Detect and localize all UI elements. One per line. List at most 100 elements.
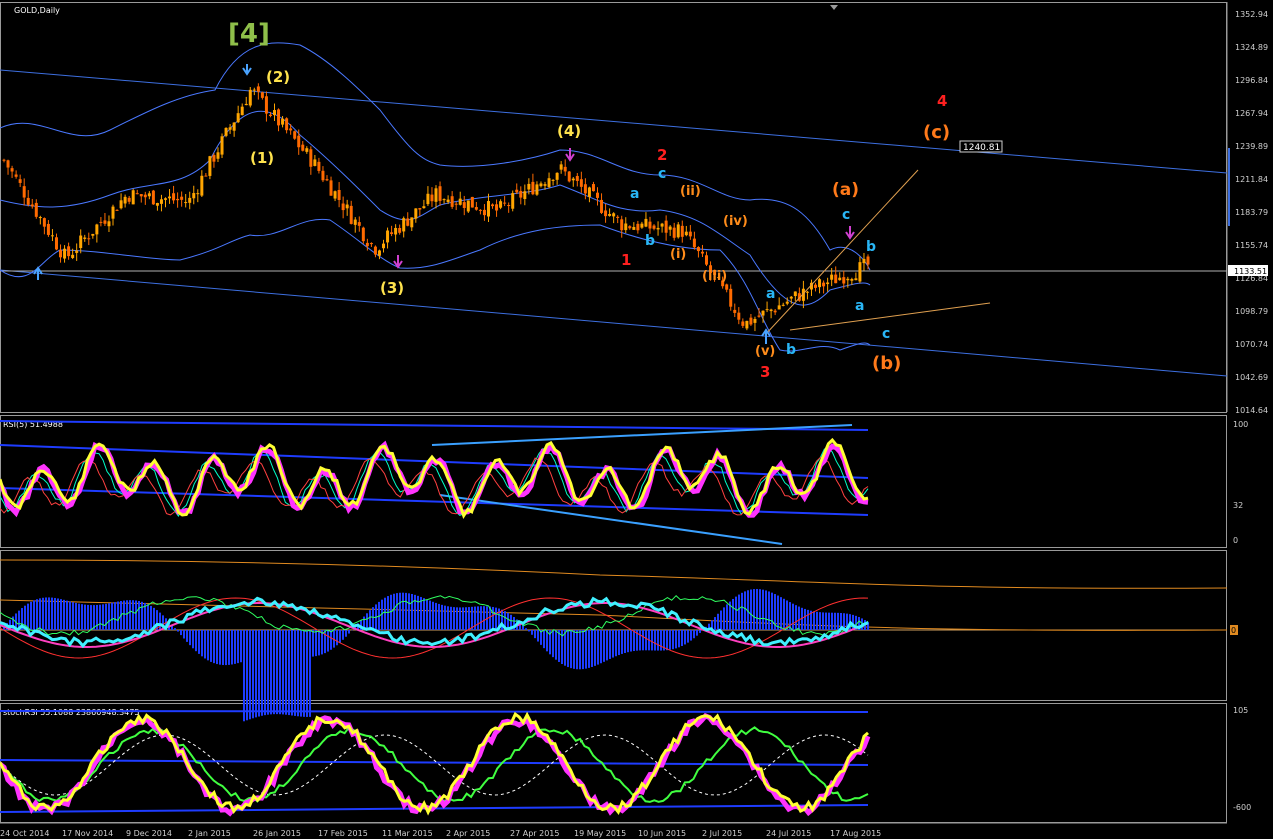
macd-bar [825, 612, 827, 630]
macd-bar [141, 601, 143, 630]
candle-body [204, 175, 208, 177]
candle-body [862, 258, 866, 264]
macd-bar [798, 606, 800, 630]
wave-label: (v) [755, 344, 775, 359]
candle-body [854, 278, 858, 281]
candle-body [781, 304, 785, 306]
candle-body [139, 194, 143, 197]
candle-body [454, 203, 458, 205]
macd-bar [585, 630, 587, 669]
macd-bar [204, 630, 206, 659]
macd-bar [573, 630, 575, 669]
stoch-tick: 105 [1233, 706, 1248, 715]
candle-body [83, 237, 87, 239]
candle-body [462, 202, 466, 208]
wave-label: (iv) [723, 214, 748, 229]
candle-body [575, 175, 579, 181]
candle-body [555, 172, 559, 180]
wave-label: (2) [266, 68, 290, 86]
macd-bar [603, 630, 605, 662]
candle-body [224, 127, 228, 136]
candle-body [696, 247, 700, 252]
candle-body [192, 193, 196, 199]
candle-body [741, 321, 745, 326]
wave-label: (3) [380, 279, 404, 297]
wave-label: (i) [670, 247, 686, 262]
candle-body [826, 282, 830, 285]
candle-body [95, 224, 99, 235]
macd-bar [750, 589, 752, 630]
macd-bar [51, 597, 53, 630]
candle-body [373, 246, 377, 255]
macd-bar [126, 600, 128, 630]
candle-body [430, 194, 434, 202]
macd-bar [657, 630, 659, 651]
macd-bar [78, 603, 80, 630]
macd-bar [219, 630, 221, 665]
candle-body [281, 118, 285, 125]
macd-bar [678, 630, 680, 648]
candle-body [491, 204, 495, 207]
candle-body [692, 238, 696, 248]
candle-body [34, 202, 38, 217]
macd-bar [429, 600, 431, 630]
candle-body [604, 210, 608, 217]
candle-body [749, 317, 753, 325]
candle-body [79, 235, 83, 249]
candle-body [495, 204, 499, 211]
macd-bar [135, 600, 137, 630]
candle-body [591, 184, 595, 192]
macd-bar [159, 612, 161, 630]
wave-label: a [630, 186, 639, 202]
candle-body [353, 219, 357, 225]
macd-bar [423, 598, 425, 630]
candle-body [159, 199, 163, 204]
macd-bar [396, 593, 398, 630]
candle-body [277, 109, 281, 126]
date-tick: 2 Jan 2015 [188, 829, 231, 838]
candle-body [2, 159, 6, 161]
candle-body [337, 189, 341, 200]
candle-body [293, 131, 297, 139]
macd-bar [624, 630, 626, 653]
macd-bar [300, 630, 302, 717]
macd-bar [372, 607, 374, 630]
candle-body [369, 243, 373, 245]
candle-body [672, 227, 676, 238]
macd-bar [555, 630, 557, 660]
candle-body [482, 209, 486, 216]
macd-bar [822, 612, 824, 630]
candle-body [329, 180, 333, 196]
candle-body [196, 193, 200, 195]
candle-body [547, 178, 551, 187]
macd-bar [783, 598, 785, 630]
macd-bar [480, 606, 482, 630]
macd-bar [318, 630, 320, 656]
candle-body [123, 196, 127, 204]
macd-bar [216, 630, 218, 665]
candle-body [188, 197, 192, 203]
candle-body [499, 201, 503, 208]
macd-bar [570, 630, 572, 669]
date-tick: 11 Mar 2015 [382, 829, 433, 838]
macd-bar [813, 611, 815, 630]
candle-body [297, 135, 301, 148]
macd-bar [87, 604, 89, 630]
macd-bar [150, 605, 152, 630]
date-tick: 9 Dec 2014 [126, 829, 172, 838]
macd-bar [819, 612, 821, 630]
macd-bar [348, 630, 350, 634]
candle-body [172, 193, 176, 201]
macd-bar [753, 589, 755, 630]
macd-bar [618, 630, 620, 656]
candle-body [608, 213, 612, 216]
chart-title: GOLD,Daily [14, 6, 60, 15]
macd-bar [564, 630, 566, 666]
macd-bar [387, 596, 389, 630]
macd-bar [816, 611, 818, 630]
macd-bar [780, 597, 782, 630]
candle-body [382, 243, 386, 249]
candle-body [131, 190, 135, 205]
wave-label: (c) [923, 122, 950, 143]
wave-label: 1 [621, 251, 631, 269]
